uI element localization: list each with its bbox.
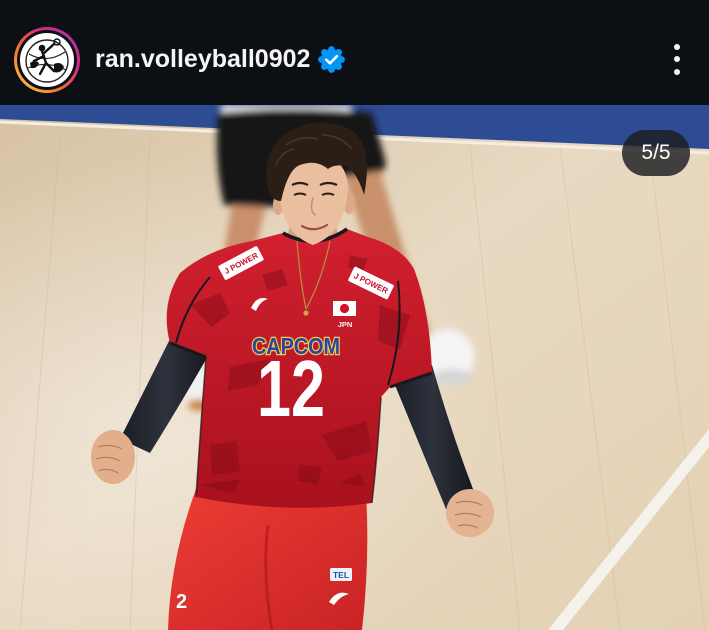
instagram-post: ran.volleyball0902 2 TEL J POWER J POWER… [0, 0, 709, 630]
post-photo[interactable]: 2 TEL J POWER J POWER JPN CAPCOM 12 [0, 105, 709, 630]
profile-avatar-icon [25, 38, 69, 83]
avatar[interactable] [20, 33, 74, 87]
avatar-globe-line [28, 51, 66, 60]
menu-dot [674, 44, 680, 50]
post-header: ran.volleyball0902 [0, 0, 709, 105]
menu-dot [674, 56, 680, 62]
shorts-number: 2 [176, 591, 187, 613]
username[interactable]: ran.volleyball0902 [95, 44, 310, 74]
more-options-button[interactable] [663, 40, 691, 80]
carousel-counter-badge: 5/5 [622, 130, 690, 176]
right-fist [446, 489, 494, 537]
shorts-sponsor-patch: TEL [330, 568, 352, 581]
verified-badge-shape [318, 46, 345, 73]
jersey-number: 12 [257, 344, 325, 433]
avatar-continent [54, 63, 64, 73]
shorts-sponsor-text: TEL [333, 570, 349, 580]
verified-badge-icon [318, 46, 345, 73]
japan-flag-patch [333, 301, 356, 316]
post-photo-image: 2 TEL J POWER J POWER JPN CAPCOM 12 [0, 105, 709, 630]
carousel-counter-text: 5/5 [641, 141, 671, 164]
more-vertical-icon [663, 40, 691, 80]
avatar-globe-outline [25, 39, 69, 83]
avatar-story-ring[interactable] [14, 27, 80, 93]
menu-dot [674, 69, 680, 75]
left-fist [91, 430, 135, 484]
country-code: JPN [338, 320, 353, 329]
